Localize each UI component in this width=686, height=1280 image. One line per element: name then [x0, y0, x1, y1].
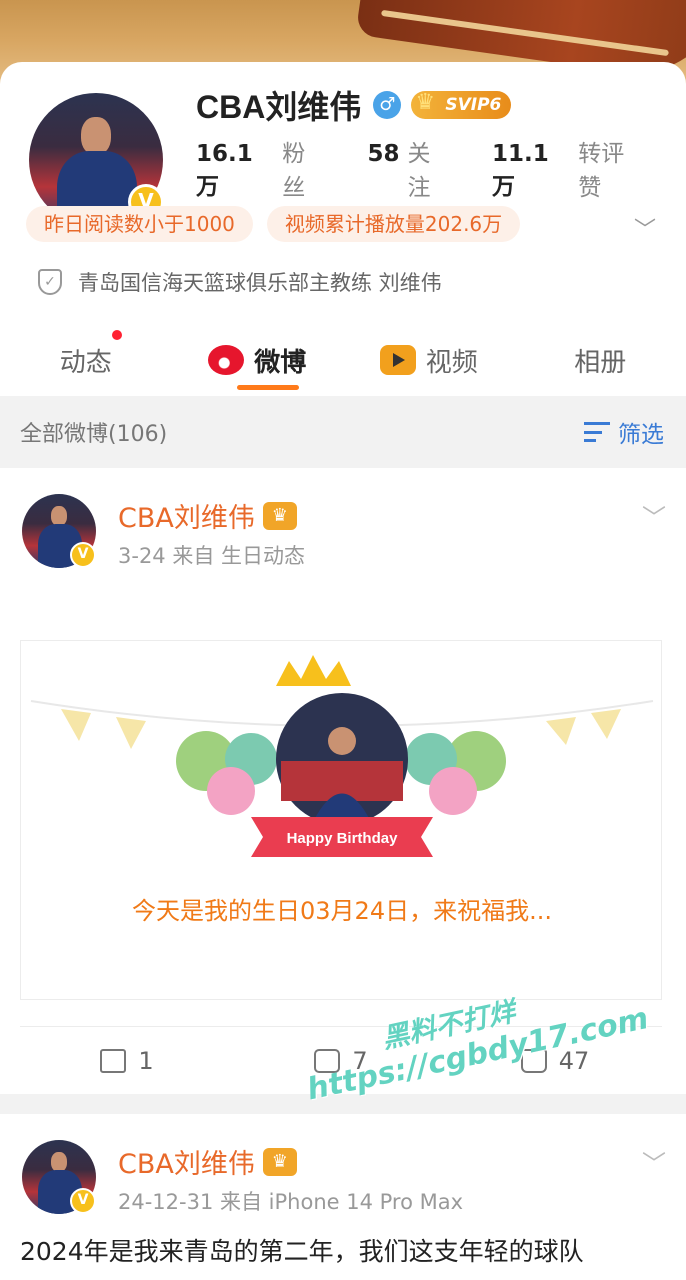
author-name: CBA刘维伟: [118, 1149, 255, 1180]
profile-description: ✓ 青岛国信海天篮球俱乐部主教练 刘维伟: [38, 267, 442, 297]
author-name: CBA刘维伟: [118, 503, 255, 534]
verified-badge-icon: V: [70, 542, 96, 568]
stat-number: 11.1万: [491, 141, 549, 200]
avatar-head: [51, 1152, 67, 1172]
repost-count: 1: [138, 1046, 154, 1075]
profile-name: CBA刘维伟: [196, 89, 362, 125]
post-meta: 3-24 来自 生日动态: [118, 544, 306, 568]
post-card[interactable]: V CBA刘维伟 ♛ 24-12-31 来自 iPhone 14 Pro Max…: [0, 1114, 686, 1280]
post-separator: [0, 1094, 686, 1114]
stat-label: 粉丝: [282, 141, 306, 201]
profile-header: V CBA刘维伟 ♂ ♛ SVIP6 16.1万 粉丝 58 关注 11.1万 …: [0, 62, 686, 396]
male-icon: ♂: [373, 91, 402, 119]
like-icon: [520, 1048, 547, 1073]
stat-label: 转评赞: [578, 141, 625, 201]
like-count: 47: [558, 1046, 590, 1075]
post-text: 2024年是我来青岛的第二年，我们这支年轻的球队: [20, 1237, 584, 1266]
chevron-down-icon[interactable]: ﹀: [642, 1144, 666, 1179]
weibo-icon: [208, 345, 245, 375]
tag-video-plays[interactable]: 视频累计播放量202.6万: [266, 206, 521, 242]
avatar-head: [51, 506, 67, 526]
stat-number: 16.1万: [196, 141, 253, 200]
tab-label: 视频: [425, 347, 478, 378]
tab-label: 相册: [574, 347, 627, 378]
video-icon: [379, 345, 416, 375]
birthday-card[interactable]: Happy Birthday 今天是我的生日03月24日，来祝福我...: [20, 640, 662, 1000]
share-icon: [100, 1048, 127, 1073]
repost-button[interactable]: 1: [20, 1047, 234, 1075]
profile-tags: 昨日阅读数小于1000 视频累计播放量202.6万: [26, 206, 534, 242]
comment-button[interactable]: 7: [234, 1047, 448, 1075]
filter-icon: [584, 422, 610, 442]
tag-reads[interactable]: 昨日阅读数小于1000: [26, 206, 253, 242]
verified-badge-icon: V: [70, 1188, 96, 1214]
comment-icon: [314, 1048, 341, 1073]
birthday-banner-graphic: Happy Birthday: [30, 655, 654, 857]
tab-album[interactable]: 相册: [515, 324, 686, 396]
stat-interactions[interactable]: 11.1万 转评赞: [492, 134, 646, 202]
post-actions: 1 7 47: [20, 1026, 662, 1094]
post-author[interactable]: CBA刘维伟 ♛: [118, 1142, 297, 1181]
tab-video[interactable]: 视频: [343, 324, 515, 396]
avatar-head: [81, 117, 111, 155]
active-tab-indicator: [237, 385, 300, 390]
description-text: 青岛国信海天篮球俱乐部主教练 刘维伟: [78, 271, 442, 295]
stat-number: 58: [367, 141, 400, 167]
notification-dot: [111, 330, 122, 340]
tab-feed[interactable]: 动态: [0, 324, 172, 396]
profile-tabs: 动态 微博 视频 相册: [0, 324, 686, 396]
stat-followers[interactable]: 16.1万 粉丝: [196, 134, 327, 202]
svip-label: SVIP6: [445, 95, 502, 115]
comment-count: 7: [352, 1046, 368, 1075]
post-author[interactable]: CBA刘维伟 ♛: [118, 496, 297, 535]
shield-icon: ✓: [38, 269, 62, 295]
tab-label: 动态: [59, 347, 112, 378]
chevron-down-icon[interactable]: ﹀: [634, 212, 656, 244]
stat-following[interactable]: 58 关注: [367, 134, 452, 202]
birthday-card-text: 今天是我的生日03月24日，来祝福我...: [132, 897, 552, 925]
like-button[interactable]: 47: [448, 1047, 662, 1075]
post-card[interactable]: V CBA刘维伟 ♛ 3-24 来自 生日动态 ﹀ Happy Birthday: [0, 468, 686, 1094]
chevron-down-icon[interactable]: ﹀: [642, 498, 666, 533]
vip-crown-icon: ♛: [262, 501, 297, 530]
filter-bar: 全部微博(106) 筛选: [0, 396, 686, 468]
banner-text: Happy Birthday: [287, 830, 399, 847]
vip-crown-icon: ♛: [262, 1147, 297, 1176]
filter-label: 筛选: [618, 422, 664, 448]
name-row: CBA刘维伟 ♂ ♛ SVIP6: [196, 82, 512, 128]
crown-icon: ♛: [415, 90, 436, 115]
tab-weibo[interactable]: 微博: [172, 324, 344, 396]
svip-badge[interactable]: ♛ SVIP6: [411, 90, 512, 119]
profile-stats: 16.1万 粉丝 58 关注 11.1万 转评赞: [196, 134, 686, 202]
stat-label: 关注: [407, 141, 431, 201]
tab-label: 微博: [254, 347, 307, 378]
post-meta: 24-12-31 来自 iPhone 14 Pro Max: [118, 1190, 464, 1214]
post-count[interactable]: 全部微博(106): [20, 416, 167, 448]
filter-button[interactable]: 筛选: [584, 415, 664, 449]
